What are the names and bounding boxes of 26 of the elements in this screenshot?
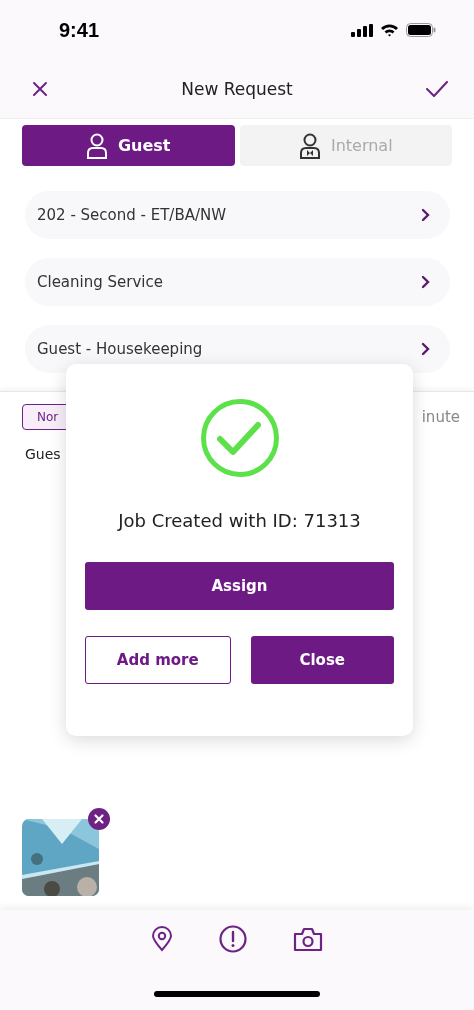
description-text: Gues bbox=[25, 446, 61, 462]
screen-title: New Request bbox=[181, 79, 293, 99]
camera-icon[interactable] bbox=[293, 926, 323, 952]
select-field[interactable]: 202 - Second - ET/BA/NW bbox=[25, 191, 450, 239]
person-icon bbox=[85, 132, 108, 159]
select-field[interactable]: Cleaning Service bbox=[25, 258, 450, 306]
add-more-button[interactable]: Add more bbox=[85, 636, 231, 684]
signal-icon bbox=[351, 23, 373, 37]
remove-icon[interactable] bbox=[88, 808, 110, 830]
success-check-icon bbox=[199, 398, 280, 478]
wifi-icon bbox=[380, 23, 399, 37]
staff-person-icon bbox=[298, 132, 321, 159]
dialog-message: Job Created with ID: 71313 bbox=[118, 510, 361, 531]
alert-icon[interactable] bbox=[219, 925, 247, 953]
confirm-check-icon[interactable] bbox=[426, 81, 448, 97]
close-button[interactable]: Close bbox=[250, 636, 394, 684]
location-pin-icon[interactable] bbox=[151, 926, 173, 952]
status-time: 9:41 bbox=[59, 18, 100, 42]
tab[interactable]: Guest bbox=[22, 125, 235, 166]
chevron-right-icon bbox=[421, 342, 430, 356]
battery-icon bbox=[406, 23, 436, 37]
chevron-right-icon bbox=[421, 275, 430, 289]
chevron-right-icon bbox=[421, 208, 430, 222]
duration-text: inute bbox=[421, 408, 460, 426]
assign-button[interactable]: Assign bbox=[85, 562, 394, 610]
close-icon[interactable] bbox=[32, 81, 48, 97]
